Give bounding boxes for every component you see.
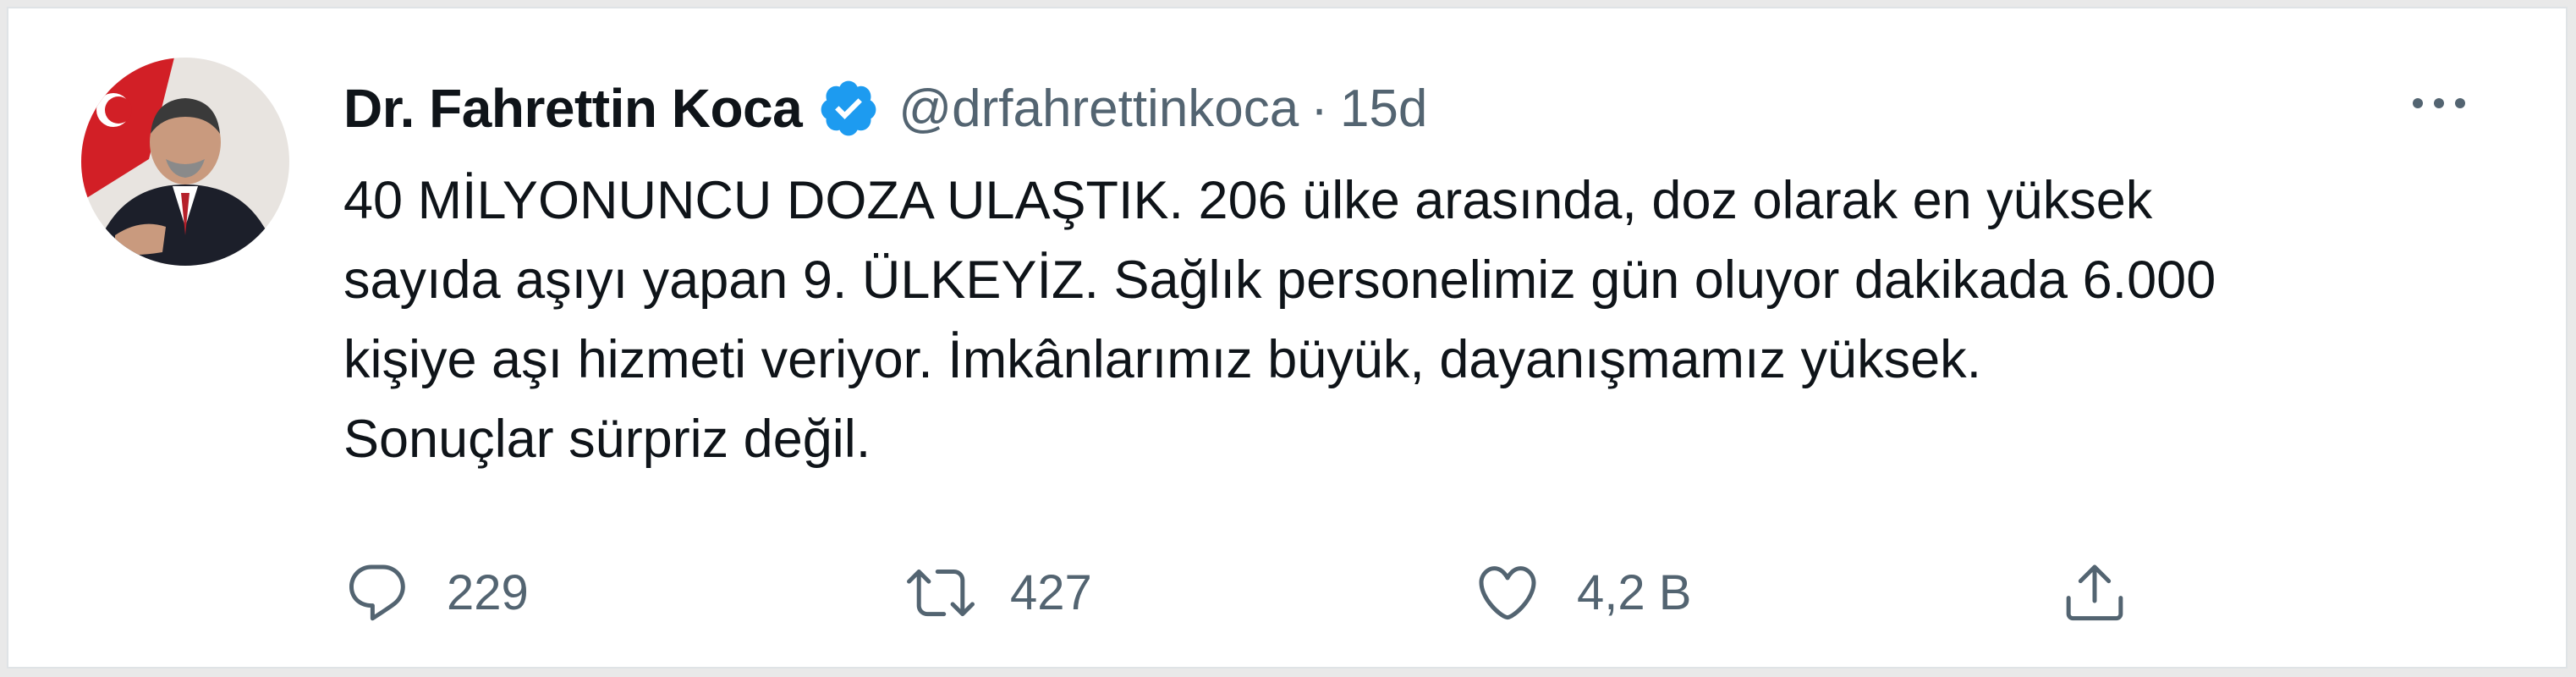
verified-badge-icon xyxy=(817,77,880,140)
reply-button[interactable]: 229 xyxy=(343,550,529,635)
share-icon xyxy=(2066,564,2123,621)
like-count: 4,2 B xyxy=(1577,564,1692,620)
share-button[interactable] xyxy=(2061,550,2128,635)
like-button[interactable]: 4,2 B xyxy=(1474,550,1691,635)
like-icon xyxy=(1479,566,1536,620)
avatar-image xyxy=(81,58,289,266)
author-name[interactable]: Dr. Fahrettin Koca xyxy=(343,77,803,140)
more-options-icon[interactable] xyxy=(2401,78,2477,129)
tweet-card[interactable]: Dr. Fahrettin Koca @drfahrettinkoca · 15… xyxy=(7,7,2568,669)
separator-dot: · xyxy=(1310,79,1328,138)
retweet-count: 427 xyxy=(1010,564,1092,620)
avatar[interactable] xyxy=(81,58,289,266)
author-handle[interactable]: @drfahrettinkoca xyxy=(898,79,1299,139)
tweet-text: 40 MİLYONUNCU DOZA ULAŞTIK. 206 ülke ara… xyxy=(343,171,2216,469)
reply-count: 229 xyxy=(447,564,529,620)
tweet-actions: 229 427 4,2 B xyxy=(343,550,2205,635)
retweet-icon xyxy=(907,569,975,617)
tweet-header: Dr. Fahrettin Koca @drfahrettinkoca · 15… xyxy=(343,66,1427,151)
reply-icon xyxy=(349,564,405,621)
retweet-button[interactable]: 427 xyxy=(907,550,1092,635)
tweet-timestamp[interactable]: 15d xyxy=(1340,79,1427,139)
